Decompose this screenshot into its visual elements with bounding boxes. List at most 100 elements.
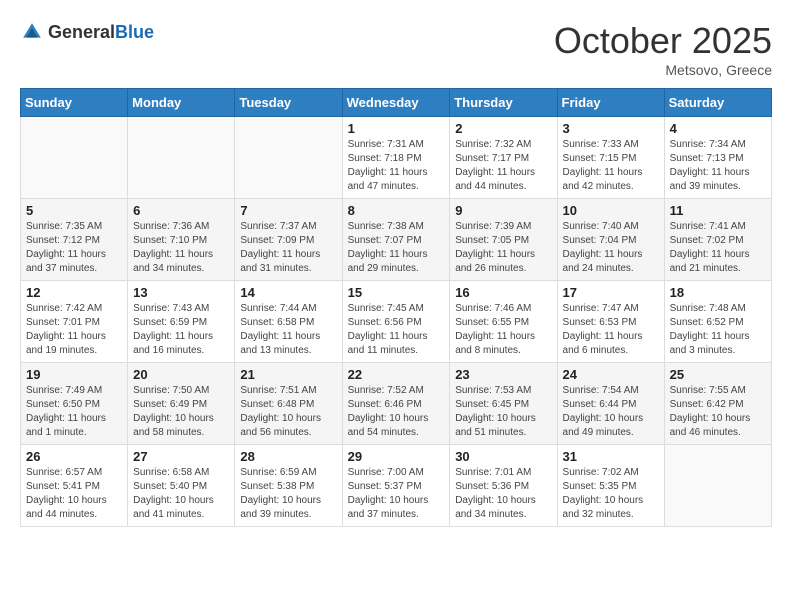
calendar-day-cell: 13Sunrise: 7:43 AMSunset: 6:59 PMDayligh… bbox=[128, 281, 235, 363]
location: Metsovo, Greece bbox=[554, 62, 772, 78]
day-number: 12 bbox=[26, 285, 122, 300]
day-info: Sunrise: 6:59 AMSunset: 5:38 PMDaylight:… bbox=[240, 466, 336, 522]
day-number: 5 bbox=[26, 203, 122, 218]
calendar-day-cell: 10Sunrise: 7:40 AMSunset: 7:04 PMDayligh… bbox=[557, 199, 664, 281]
day-info: Sunrise: 7:44 AMSunset: 6:58 PMDaylight:… bbox=[240, 302, 336, 358]
day-info: Sunrise: 7:49 AMSunset: 6:50 PMDaylight:… bbox=[26, 384, 122, 440]
calendar-day-cell: 7 Sunrise: 7:37 AMSunset: 7:09 PMDaylight… bbox=[235, 199, 342, 281]
day-number: 23 bbox=[455, 367, 551, 382]
calendar-day-cell: 28Sunrise: 6:59 AMSunset: 5:38 PMDayligh… bbox=[235, 445, 342, 527]
calendar-week-row: 26 Sunrise: 6:57 AMSunset: 5:41 PMDayligh… bbox=[21, 445, 772, 527]
page-header: GeneralBlue October 2025 Metsovo, Greece bbox=[20, 20, 772, 78]
day-info: Sunrise: 7:33 AMSunset: 7:15 PMDaylight:… bbox=[563, 138, 659, 194]
day-number: 31 bbox=[563, 449, 659, 464]
day-number: 14 bbox=[240, 285, 336, 300]
day-header-sunday: Sunday bbox=[21, 89, 128, 117]
day-number: 20 bbox=[133, 367, 229, 382]
day-info: Sunrise: 7:51 AMSunset: 6:48 PMDaylight:… bbox=[240, 384, 336, 440]
day-info: Sunrise: 7:46 AMSunset: 6:55 PMDaylight:… bbox=[455, 302, 551, 358]
day-number: 2 bbox=[455, 121, 551, 136]
calendar-day-cell: 25Sunrise: 7:55 AMSunset: 6:42 PMDayligh… bbox=[664, 363, 771, 445]
day-info: Sunrise: 7:36 AMSunset: 7:10 PMDaylight:… bbox=[133, 220, 229, 276]
calendar-day-cell: 4Sunrise: 7:34 AMSunset: 7:13 PMDaylight… bbox=[664, 117, 771, 199]
calendar-day-cell: 29 Sunrise: 7:00 AMSunset: 5:37 PMDayligh… bbox=[342, 445, 450, 527]
day-number: 30 bbox=[455, 449, 551, 464]
day-number: 21 bbox=[240, 367, 336, 382]
day-number: 18 bbox=[670, 285, 766, 300]
month-title: October 2025 bbox=[554, 20, 772, 62]
day-info: Sunrise: 6:57 AMSunset: 5:41 PMDaylight:… bbox=[26, 466, 122, 522]
day-info: Sunrise: 7:02 AMSunset: 5:35 PMDaylight:… bbox=[563, 466, 659, 522]
day-number: 6 bbox=[133, 203, 229, 218]
calendar-week-row: 1 Sunrise: 7:31 AMSunset: 7:18 PMDaylight… bbox=[21, 117, 772, 199]
day-header-friday: Friday bbox=[557, 89, 664, 117]
calendar-day-cell: 17Sunrise: 7:47 AMSunset: 6:53 PMDayligh… bbox=[557, 281, 664, 363]
day-header-wednesday: Wednesday bbox=[342, 89, 450, 117]
calendar-day-cell: 12 Sunrise: 7:42 AMSunset: 7:01 PMDayligh… bbox=[21, 281, 128, 363]
day-number: 16 bbox=[455, 285, 551, 300]
calendar-day-cell: 21 Sunrise: 7:51 AMSunset: 6:48 PMDayligh… bbox=[235, 363, 342, 445]
day-header-tuesday: Tuesday bbox=[235, 89, 342, 117]
calendar-day-cell: 23 Sunrise: 7:53 AMSunset: 6:45 PMDayligh… bbox=[450, 363, 557, 445]
calendar-day-cell: 16 Sunrise: 7:46 AMSunset: 6:55 PMDayligh… bbox=[450, 281, 557, 363]
calendar-day-cell: 15Sunrise: 7:45 AMSunset: 6:56 PMDayligh… bbox=[342, 281, 450, 363]
day-info: Sunrise: 7:48 AMSunset: 6:52 PMDaylight:… bbox=[670, 302, 766, 358]
calendar-day-cell: 14 Sunrise: 7:44 AMSunset: 6:58 PMDayligh… bbox=[235, 281, 342, 363]
day-number: 25 bbox=[670, 367, 766, 382]
day-info: Sunrise: 7:35 AMSunset: 7:12 PMDaylight:… bbox=[26, 220, 122, 276]
calendar-day-cell: 11 Sunrise: 7:41 AMSunset: 7:02 PMDayligh… bbox=[664, 199, 771, 281]
day-number: 19 bbox=[26, 367, 122, 382]
calendar-day-cell: 20 Sunrise: 7:50 AMSunset: 6:49 PMDayligh… bbox=[128, 363, 235, 445]
calendar-day-cell: 31 Sunrise: 7:02 AMSunset: 5:35 PMDayligh… bbox=[557, 445, 664, 527]
calendar-day-cell: 18 Sunrise: 7:48 AMSunset: 6:52 PMDayligh… bbox=[664, 281, 771, 363]
day-info: Sunrise: 7:32 AMSunset: 7:17 PMDaylight:… bbox=[455, 138, 551, 194]
day-header-thursday: Thursday bbox=[450, 89, 557, 117]
day-info: Sunrise: 7:41 AMSunset: 7:02 PMDaylight:… bbox=[670, 220, 766, 276]
calendar-day-cell: 8Sunrise: 7:38 AMSunset: 7:07 PMDaylight… bbox=[342, 199, 450, 281]
day-number: 11 bbox=[670, 203, 766, 218]
calendar-day-cell: 22Sunrise: 7:52 AMSunset: 6:46 PMDayligh… bbox=[342, 363, 450, 445]
calendar-day-cell: 1 Sunrise: 7:31 AMSunset: 7:18 PMDaylight… bbox=[342, 117, 450, 199]
day-number: 7 bbox=[240, 203, 336, 218]
day-number: 9 bbox=[455, 203, 551, 218]
day-info: Sunrise: 7:50 AMSunset: 6:49 PMDaylight:… bbox=[133, 384, 229, 440]
day-info: Sunrise: 7:40 AMSunset: 7:04 PMDaylight:… bbox=[563, 220, 659, 276]
day-info: Sunrise: 7:53 AMSunset: 6:45 PMDaylight:… bbox=[455, 384, 551, 440]
calendar-day-cell: 9 Sunrise: 7:39 AMSunset: 7:05 PMDaylight… bbox=[450, 199, 557, 281]
day-info: Sunrise: 7:42 AMSunset: 7:01 PMDaylight:… bbox=[26, 302, 122, 358]
day-number: 17 bbox=[563, 285, 659, 300]
day-header-monday: Monday bbox=[128, 89, 235, 117]
day-number: 1 bbox=[348, 121, 445, 136]
logo-text-general: General bbox=[48, 22, 115, 42]
calendar-table: SundayMondayTuesdayWednesdayThursdayFrid… bbox=[20, 88, 772, 527]
day-number: 27 bbox=[133, 449, 229, 464]
calendar-week-row: 19 Sunrise: 7:49 AMSunset: 6:50 PMDayligh… bbox=[21, 363, 772, 445]
calendar-day-cell: 19 Sunrise: 7:49 AMSunset: 6:50 PMDayligh… bbox=[21, 363, 128, 445]
day-header-saturday: Saturday bbox=[664, 89, 771, 117]
calendar-day-cell: 24 Sunrise: 7:54 AMSunset: 6:44 PMDayligh… bbox=[557, 363, 664, 445]
calendar-day-cell bbox=[21, 117, 128, 199]
title-block: October 2025 Metsovo, Greece bbox=[554, 20, 772, 78]
calendar-day-cell: 6 Sunrise: 7:36 AMSunset: 7:10 PMDaylight… bbox=[128, 199, 235, 281]
day-number: 3 bbox=[563, 121, 659, 136]
day-info: Sunrise: 7:37 AMSunset: 7:09 PMDaylight:… bbox=[240, 220, 336, 276]
day-number: 26 bbox=[26, 449, 122, 464]
calendar-day-cell: 2 Sunrise: 7:32 AMSunset: 7:17 PMDaylight… bbox=[450, 117, 557, 199]
day-number: 29 bbox=[348, 449, 445, 464]
day-info: Sunrise: 7:43 AMSunset: 6:59 PMDaylight:… bbox=[133, 302, 229, 358]
day-info: Sunrise: 7:00 AMSunset: 5:37 PMDaylight:… bbox=[348, 466, 445, 522]
calendar-header-row: SundayMondayTuesdayWednesdayThursdayFrid… bbox=[21, 89, 772, 117]
day-info: Sunrise: 6:58 AMSunset: 5:40 PMDaylight:… bbox=[133, 466, 229, 522]
day-info: Sunrise: 7:45 AMSunset: 6:56 PMDaylight:… bbox=[348, 302, 445, 358]
day-number: 4 bbox=[670, 121, 766, 136]
day-info: Sunrise: 7:31 AMSunset: 7:18 PMDaylight:… bbox=[348, 138, 445, 194]
logo-icon bbox=[20, 20, 44, 44]
calendar-week-row: 5 Sunrise: 7:35 AMSunset: 7:12 PMDaylight… bbox=[21, 199, 772, 281]
calendar-day-cell bbox=[235, 117, 342, 199]
calendar-day-cell: 3 Sunrise: 7:33 AMSunset: 7:15 PMDaylight… bbox=[557, 117, 664, 199]
calendar-day-cell bbox=[128, 117, 235, 199]
day-info: Sunrise: 7:39 AMSunset: 7:05 PMDaylight:… bbox=[455, 220, 551, 276]
day-info: Sunrise: 7:54 AMSunset: 6:44 PMDaylight:… bbox=[563, 384, 659, 440]
day-number: 24 bbox=[563, 367, 659, 382]
calendar-day-cell bbox=[664, 445, 771, 527]
